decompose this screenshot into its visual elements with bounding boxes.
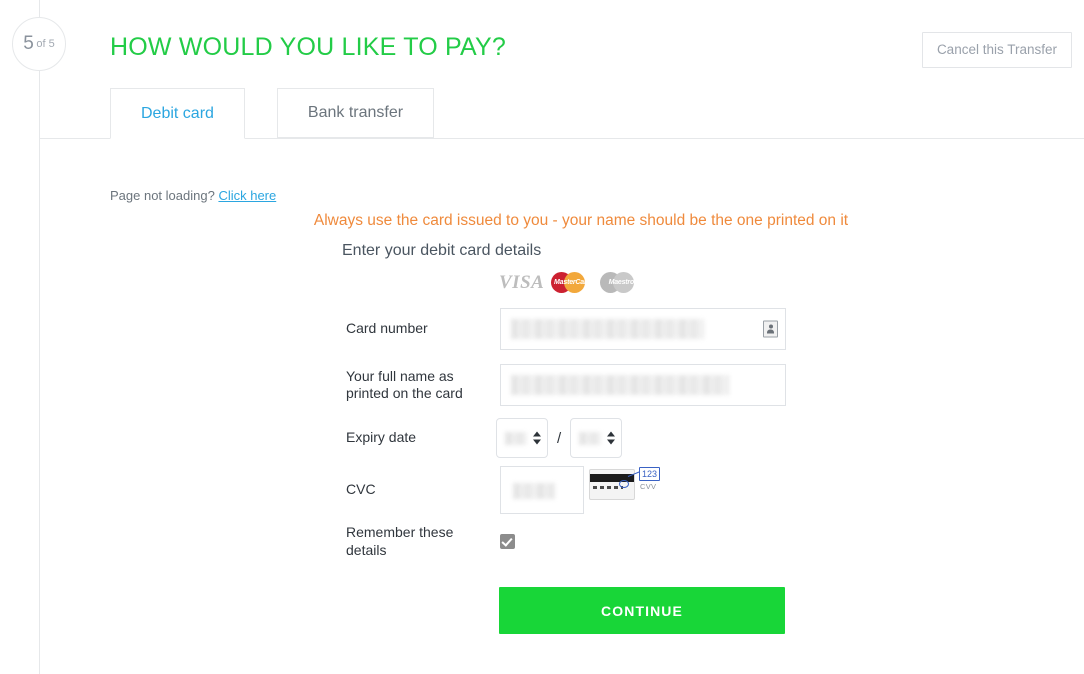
chevron-up-icon	[533, 431, 541, 437]
chevron-up-icon	[607, 431, 616, 437]
expiry-date-row: Expiry date /	[346, 418, 623, 458]
step-progress-rail	[39, 0, 40, 674]
chevron-down-icon	[533, 439, 541, 445]
payment-method-tabs: Debit card Bank transfer	[110, 88, 435, 139]
remember-details-label-line1: Remember these	[346, 524, 454, 540]
step-of-label: of	[36, 38, 46, 50]
full-name-row: Your full name as printed on the card	[346, 364, 786, 406]
tab-debit-card-label: Debit card	[141, 104, 214, 122]
card-number-redacted-value	[511, 319, 704, 339]
person-glyph	[767, 324, 774, 334]
cancel-transfer-button[interactable]: Cancel this Transfer	[921, 32, 1072, 68]
cvv-example-number: 123	[639, 467, 660, 481]
step-indicator-badge: 5 of 5	[12, 17, 66, 71]
remember-details-label-line2: details	[346, 541, 387, 558]
expiry-separator: /	[557, 429, 562, 447]
maestro-logo-label: Maestro	[608, 279, 635, 286]
tab-bank-transfer-label: Bank transfer	[307, 104, 404, 121]
card-number-label: Card number	[346, 320, 428, 337]
cvc-row: CVC	[346, 466, 584, 514]
full-name-input[interactable]	[500, 364, 786, 406]
step-total-number: 5	[48, 38, 55, 50]
autofill-contact-icon[interactable]	[763, 320, 778, 338]
cvv-location-hint-icon: 123 CVV	[589, 467, 661, 505]
maestro-logo-icon: Maestro	[600, 272, 642, 293]
card-owner-warning: Always use the card issued to you - your…	[313, 212, 849, 229]
remember-details-label: Remember these details	[346, 524, 496, 559]
full-name-label-line1: Your full name as	[346, 367, 454, 384]
continue-button[interactable]: CONTINUE	[499, 587, 785, 634]
mastercard-logo-icon: MasterCard	[551, 272, 593, 293]
full-name-label: Your full name as printed on the card	[346, 368, 496, 403]
cvc-input[interactable]	[500, 466, 584, 514]
expiry-month-redacted-value	[505, 432, 527, 445]
expiry-year-redacted-value	[579, 432, 602, 445]
expiry-year-select[interactable]	[570, 418, 623, 458]
remember-details-row: Remember these details	[346, 524, 515, 559]
form-heading: Enter your debit card details	[342, 242, 542, 259]
page-not-loading-notice: Page not loading? Click here	[110, 188, 276, 203]
cvc-redacted-value	[513, 483, 555, 499]
cvv-caption: CVV	[640, 482, 657, 491]
card-number-row: Card number	[346, 308, 786, 350]
mastercard-logo-label: MasterCard	[554, 279, 591, 286]
tab-bank-transfer[interactable]: Bank transfer	[276, 88, 435, 138]
chevron-down-icon	[607, 439, 616, 445]
page-not-loading-text: Page not loading?	[110, 188, 215, 203]
accepted-card-logos: VISA MasterCard Maestro	[499, 272, 642, 293]
expiry-date-label: Expiry date	[346, 429, 417, 446]
card-number-input[interactable]	[500, 308, 786, 350]
cvv-highlight-circle	[619, 480, 629, 488]
cvc-label: CVC	[346, 481, 376, 498]
visa-logo-icon: VISA	[499, 272, 545, 293]
signature-strip	[593, 486, 623, 489]
page-title: HOW WOULD YOU LIKE TO PAY?	[110, 33, 507, 61]
full-name-label-line2: printed on the card	[346, 385, 463, 401]
click-here-link[interactable]: Click here	[218, 188, 276, 203]
expiry-year-stepper-icon[interactable]	[607, 431, 616, 445]
remember-details-checkbox[interactable]	[500, 534, 515, 549]
full-name-redacted-value	[511, 375, 729, 395]
tab-debit-card[interactable]: Debit card	[110, 88, 245, 139]
expiry-month-stepper-icon[interactable]	[533, 431, 541, 445]
step-current-number: 5	[23, 33, 34, 54]
expiry-month-select[interactable]	[496, 418, 548, 458]
